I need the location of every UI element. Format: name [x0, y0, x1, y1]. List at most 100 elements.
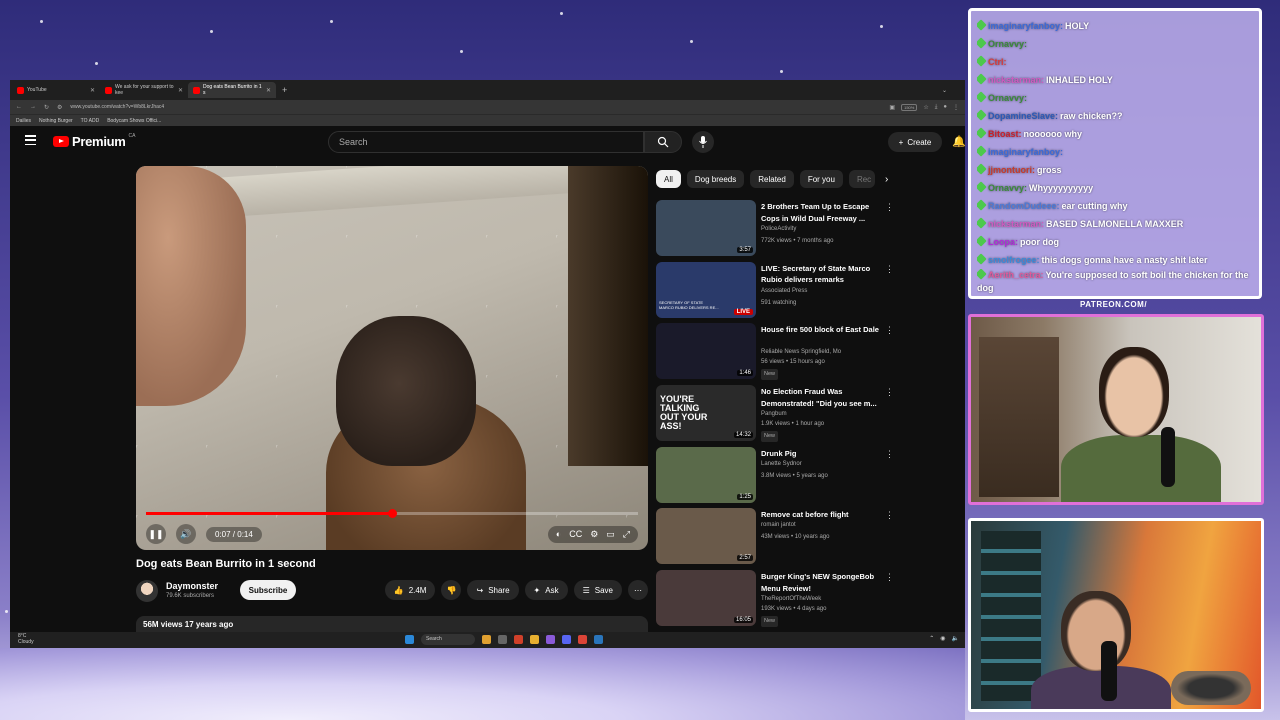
list-item[interactable]: SECRETARY OF STATE MARCO RUBIO DELIVERS … — [656, 261, 896, 323]
video-progress-bar[interactable] — [146, 509, 638, 518]
install-app-icon[interactable]: ▣ — [889, 104, 895, 111]
site-info-icon[interactable]: ⚙ — [57, 104, 62, 111]
more-vertical-icon[interactable]: ⋮ — [885, 449, 894, 460]
rec-title[interactable]: LIVE: Secretary of State Marco Rubio del… — [761, 263, 881, 286]
chrome-icon[interactable] — [578, 635, 587, 644]
network-icon[interactable]: ◉ — [940, 635, 945, 642]
close-tab-icon[interactable]: ✕ — [266, 87, 271, 94]
video-thumbnail[interactable]: 1:25 — [656, 446, 756, 503]
autoplay-toggle-icon[interactable]: ◐ — [556, 529, 561, 540]
rec-title[interactable]: No Election Fraud Was Demonstrated! "Did… — [761, 386, 881, 409]
bookmark-item[interactable]: Nothing Burger — [39, 118, 73, 124]
pause-button[interactable]: ❚❚ — [146, 524, 166, 544]
chat-username[interactable]: Loopa: — [988, 237, 1018, 247]
chat-username[interactable]: RandomDudeee: — [988, 201, 1060, 211]
video-thumbnail[interactable]: 3:57 — [656, 200, 756, 256]
list-item[interactable]: YOU'RE TALKING OUT YOUR ASS! 14:32 No El… — [656, 385, 896, 446]
tab-youtube[interactable]: YouTube ✕ — [12, 82, 100, 98]
rec-title[interactable]: Remove cat before flight — [761, 509, 881, 521]
rec-title[interactable]: Drunk Pig — [761, 448, 881, 460]
chat-username[interactable]: Ornavvy: — [988, 93, 1027, 103]
rec-title[interactable]: House fire 500 block of East Dale — [761, 324, 881, 336]
rec-channel[interactable]: Lanette Sydnor — [761, 459, 802, 470]
chat-app-icon[interactable] — [546, 635, 555, 644]
browser-app-icon[interactable] — [514, 635, 523, 644]
file-explorer-icon[interactable] — [530, 635, 539, 644]
subscribe-button[interactable]: Subscribe — [240, 580, 296, 600]
tab-support[interactable]: We ask for your support to kee ✕ — [100, 82, 188, 98]
channel-avatar[interactable] — [136, 580, 158, 602]
share-button[interactable]: ↪ Share — [467, 580, 519, 600]
list-item[interactable]: 16:05 Burger King's NEW SpongeBob Menu R… — [656, 570, 896, 631]
list-item[interactable]: 1:25 Drunk Pig Lanette Sydnor 3.8M views… — [656, 446, 896, 508]
bookmark-item[interactable]: TO ADD — [81, 118, 100, 124]
chat-username[interactable]: Ctrl: — [988, 57, 1007, 67]
progress-scrubber[interactable] — [388, 509, 397, 518]
search-button[interactable] — [644, 131, 682, 153]
chip-all[interactable]: All — [656, 170, 681, 188]
list-item[interactable]: 3:57 2 Brothers Team Up to Escape Cops i… — [656, 200, 896, 261]
more-vertical-icon[interactable]: ⋮ — [885, 387, 894, 398]
url-field[interactable]: www.youtube.com/watch?v=Wb8LkrJhac4 — [70, 104, 881, 110]
channel-name[interactable]: Daymonster — [166, 581, 218, 591]
create-button[interactable]: + Create — [888, 132, 942, 152]
close-tab-icon[interactable]: ✕ — [90, 87, 95, 94]
chat-username[interactable]: jjmontuori: — [988, 165, 1035, 175]
more-vertical-icon[interactable]: ⋮ — [885, 572, 894, 583]
reload-icon[interactable]: ↻ — [44, 104, 49, 111]
video-thumbnail[interactable]: YOU'RE TALKING OUT YOUR ASS! 14:32 — [656, 385, 756, 442]
menu-dots-icon[interactable]: ⋮ — [953, 104, 959, 111]
weather-widget[interactable]: 8°C Cloudy — [18, 633, 34, 646]
rec-channel[interactable]: Associated Press — [761, 286, 807, 297]
more-vertical-icon[interactable]: ⋮ — [885, 325, 894, 336]
close-tab-icon[interactable]: ✕ — [178, 87, 183, 94]
rec-title[interactable]: 2 Brothers Team Up to Escape Cops in Wil… — [761, 201, 881, 224]
more-vertical-icon[interactable]: ⋮ — [885, 202, 894, 213]
volume-tray-icon[interactable]: 🔈 — [952, 635, 959, 642]
list-item[interactable]: 2:57 Remove cat before flight romain jan… — [656, 508, 896, 569]
save-button[interactable]: ☰ Save — [573, 580, 622, 600]
steam-icon[interactable] — [594, 635, 603, 644]
volume-button[interactable]: 🔊 — [176, 524, 196, 544]
video-thumbnail[interactable]: 2:57 — [656, 508, 756, 565]
chat-username[interactable]: nickstarman: — [988, 219, 1044, 229]
extensions-icon[interactable]: ● — [943, 104, 947, 111]
back-arrow-icon[interactable]: ← — [16, 104, 22, 110]
chat-username[interactable]: smolfrogee: — [988, 255, 1040, 265]
tab-current-video[interactable]: Dog eats Bean Burrito in 1 s ✕ — [188, 82, 276, 98]
video-thumbnail[interactable]: 1:46 — [656, 323, 756, 380]
tab-list-chevron-icon[interactable]: ⌄ — [942, 87, 947, 94]
chat-username[interactable]: imaginaryfanboy: — [988, 21, 1063, 31]
ask-button[interactable]: ✦ Ask — [524, 580, 568, 600]
download-icon[interactable]: ⤓ — [935, 104, 938, 111]
search-input[interactable]: Search — [328, 131, 644, 153]
chat-username[interactable]: imaginaryfanboy: — [988, 147, 1063, 157]
video-thumbnail[interactable]: SECRETARY OF STATE MARCO RUBIO DELIVERS … — [656, 261, 756, 318]
youtube-logo[interactable]: Premium CA — [53, 133, 135, 149]
fullscreen-icon[interactable]: ⤢ — [623, 529, 630, 540]
forward-arrow-icon[interactable]: → — [30, 104, 36, 110]
task-view-icon[interactable] — [498, 635, 507, 644]
chevron-right-icon[interactable]: › — [885, 174, 888, 185]
chip-recent[interactable]: Rec — [848, 170, 875, 188]
video-thumbnail[interactable]: 16:05 — [656, 570, 756, 627]
tray-chevron-icon[interactable]: ⌃ — [929, 635, 934, 642]
new-tab-plus-icon[interactable]: + — [282, 85, 287, 95]
chat-username[interactable]: Ornavvy: — [988, 183, 1027, 193]
rec-title[interactable]: Burger King's NEW SpongeBob Menu Review! — [761, 571, 881, 594]
chip-dog-breeds[interactable]: Dog breeds — [686, 170, 745, 188]
like-button[interactable]: 👍 2.4M — [384, 580, 436, 600]
bookmark-star-icon[interactable]: ☆ — [923, 104, 928, 111]
chat-username[interactable]: DopamineSlave: — [988, 111, 1058, 121]
more-vertical-icon[interactable]: ⋮ — [885, 264, 894, 275]
more-vertical-icon[interactable]: ⋮ — [885, 510, 894, 521]
list-item[interactable]: 1:46 House fire 500 block of East Dale R… — [656, 323, 896, 384]
miniplayer-icon[interactable]: ▭ — [606, 529, 615, 540]
windows-start-icon[interactable] — [405, 635, 414, 644]
taskbar-search[interactable]: Search — [421, 634, 475, 645]
chat-username[interactable]: nickstarman: — [988, 75, 1044, 85]
chip-related[interactable]: Related — [750, 170, 794, 188]
chip-for-you[interactable]: For you — [799, 170, 843, 188]
more-actions-button[interactable]: ⋯ — [628, 580, 648, 600]
chat-username[interactable]: Ornavvy: — [988, 39, 1027, 49]
